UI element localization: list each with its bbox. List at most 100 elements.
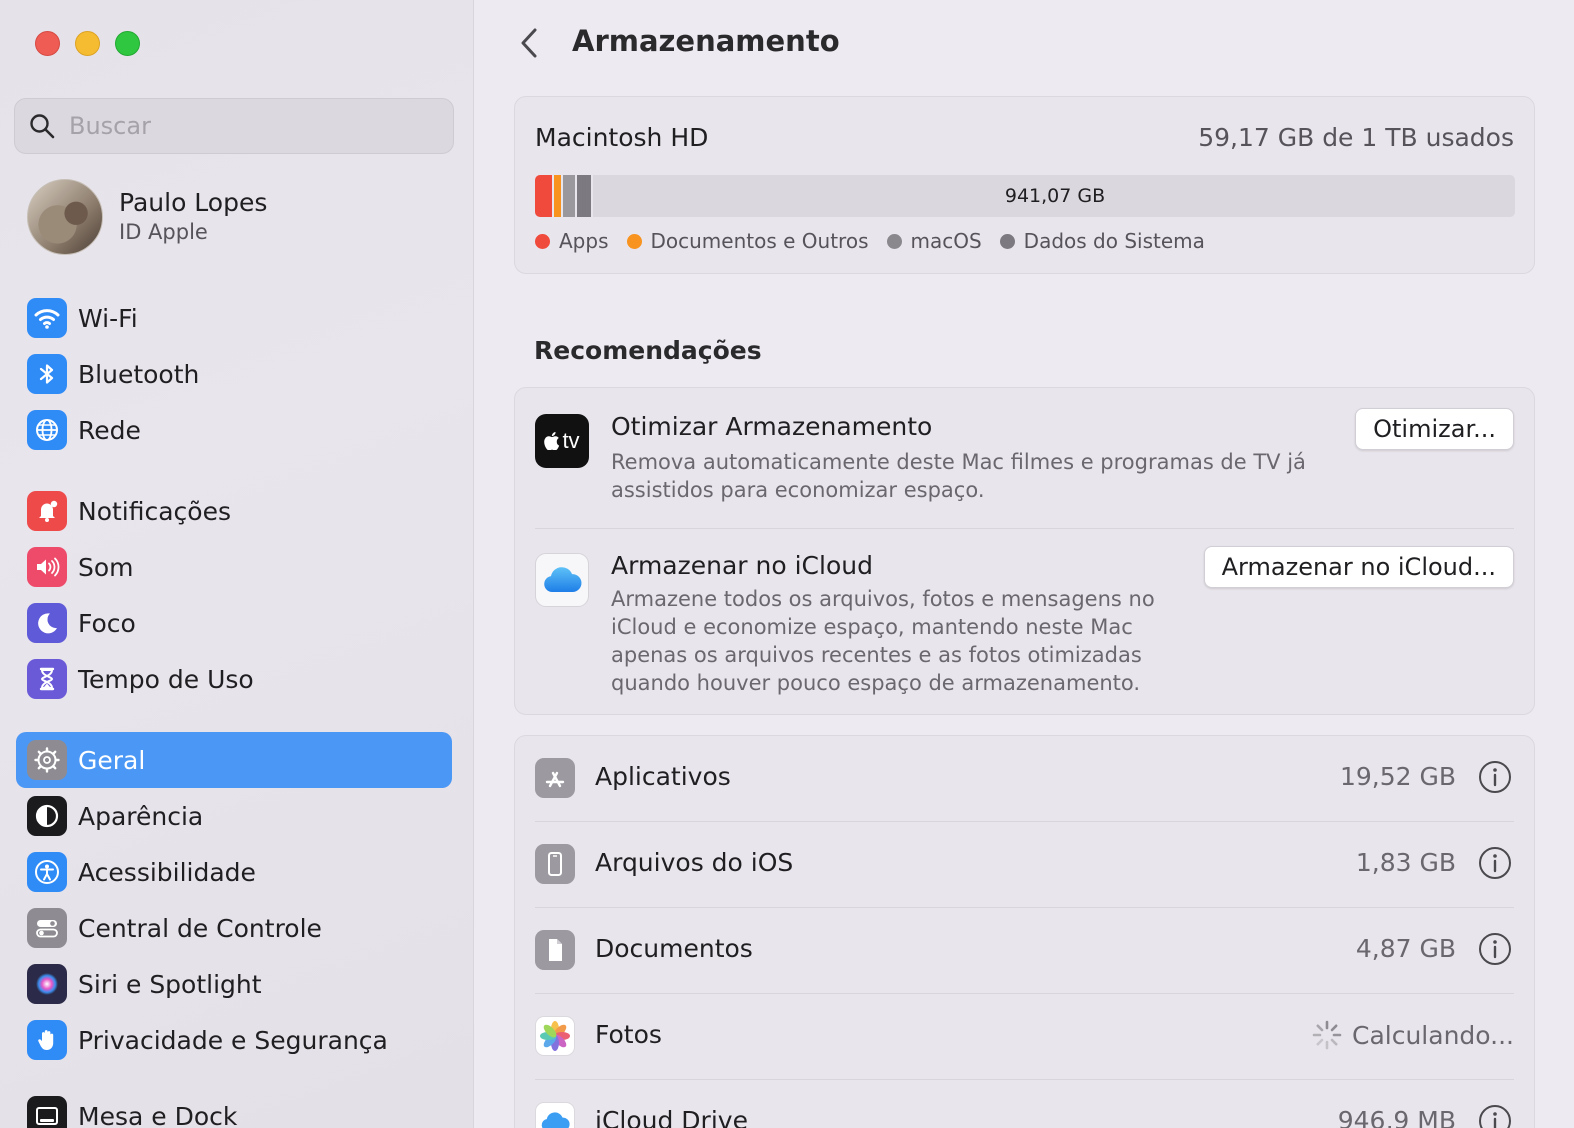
apple-tv-icon: tv [535,414,589,468]
legend-apps: Apps [535,229,609,253]
sidebar-item-desktop-dock[interactable]: Mesa e Dock [16,1088,452,1128]
profile-name: Paulo Lopes [119,188,268,217]
back-chevron-icon[interactable] [515,26,545,60]
sidebar-item-label: Notificações [78,496,232,526]
disk-usage-card: Macintosh HD 59,17 GB de 1 TB usados 941… [514,96,1535,274]
category-row-photos[interactable]: Fotos Calculando... [535,994,1514,1080]
category-size: 4,87 GB [1355,934,1456,963]
category-name: Fotos [595,1020,662,1049]
sidebar-group-desktop: Mesa e Dock [16,1088,452,1128]
sidebar-item-label: Siri e Spotlight [78,969,262,999]
icloud-drive-icon [535,1102,575,1128]
spinner-icon [1312,1020,1342,1050]
sidebar-item-label: Rede [78,415,141,445]
apple-id-profile[interactable]: Paulo Lopes ID Apple [27,179,267,255]
apple-tv-icon-text: tv [562,428,580,453]
sidebar-item-appearance[interactable]: Aparência [16,788,452,844]
window-controls [35,31,140,56]
disk-usage-text: 59,17 GB de 1 TB usados [1198,123,1514,152]
category-row-icloud-drive[interactable]: iCloud Drive 946,9 MB [535,1080,1514,1128]
sidebar-item-bluetooth[interactable]: Bluetooth [16,346,452,402]
info-icon[interactable] [1478,846,1512,880]
sidebar-item-label: Mesa e Dock [78,1101,238,1128]
wifi-icon [27,298,67,338]
legend-macos: macOS [886,229,982,253]
avatar [27,179,103,255]
category-name: Documentos [595,934,753,963]
info-icon[interactable] [1478,760,1512,794]
legend-dot [626,233,642,249]
storage-legend: Apps Documentos e Outros macOS Dados do … [535,229,1205,253]
legend-system-data: Dados do Sistema [999,229,1205,253]
sidebar-item-focus[interactable]: Foco [16,595,452,651]
sidebar-item-label: Wi-Fi [78,303,138,333]
storage-bar[interactable]: 941,07 GB [535,175,1515,217]
sidebar-item-label: Foco [78,608,136,638]
info-icon[interactable] [1478,932,1512,966]
category-name: Arquivos do iOS [595,848,794,877]
document-icon [535,930,575,970]
category-name: Aplicativos [595,762,731,791]
sidebar-item-general[interactable]: Geral [16,732,452,788]
zoom-window-button[interactable] [115,31,140,56]
sidebar-item-label: Acessibilidade [78,857,256,887]
sidebar-item-screen-time[interactable]: Tempo de Uso [16,651,452,707]
search-icon [30,114,55,139]
siri-icon [27,964,67,1004]
storage-pane: Armazenamento Macintosh HD 59,17 GB de 1… [475,0,1574,1128]
recommendations-heading: Recomendações [534,336,762,365]
recommendations-card: tv Otimizar Armazenamento Remova automat… [514,387,1535,715]
category-name: iCloud Drive [595,1106,748,1128]
dock-icon [27,1096,67,1128]
recommendation-title: Otimizar Armazenamento [611,412,933,441]
sidebar-item-notifications[interactable]: Notificações [16,483,452,539]
sidebar-item-privacy-security[interactable]: Privacidade e Segurança [16,1012,452,1068]
info-icon[interactable] [1478,1104,1512,1128]
hand-icon [27,1020,67,1060]
sidebar-item-label: Som [78,552,134,582]
icloud-icon [535,553,589,607]
sidebar-item-sound[interactable]: Som [16,539,452,595]
close-window-button[interactable] [35,31,60,56]
sidebar-item-siri-spotlight[interactable]: Siri e Spotlight [16,956,452,1012]
accessibility-icon [27,852,67,892]
speaker-icon [27,547,67,587]
legend-dot [886,233,902,249]
recommendation-icloud: Armazenar no iCloud Armazene todos os ar… [535,529,1514,715]
sidebar-item-accessibility[interactable]: Acessibilidade [16,844,452,900]
search-field[interactable] [14,98,454,154]
category-row-applications[interactable]: Aplicativos 19,52 GB [535,736,1514,822]
category-size: 946,9 MB [1337,1106,1456,1128]
page-title: Armazenamento [572,24,840,58]
photos-icon [535,1016,575,1056]
disk-name: Macintosh HD [535,123,709,152]
control-center-icon [27,908,67,948]
recommendation-title: Armazenar no iCloud [611,551,873,580]
free-space-label: 941,07 GB [1004,185,1106,207]
minimize-window-button[interactable] [75,31,100,56]
optimize-button[interactable]: Otimizar... [1355,408,1514,450]
category-row-documents[interactable]: Documentos 4,87 GB [535,908,1514,994]
legend-dot [535,233,550,249]
sidebar-item-wifi[interactable]: Wi-Fi [16,290,452,346]
sidebar-item-label: Central de Controle [78,913,322,943]
recommendation-optimize: tv Otimizar Armazenamento Remova automat… [535,388,1514,528]
sidebar-item-label: Bluetooth [78,359,200,389]
sidebar-group-network: Wi-Fi Bluetooth Rede [16,290,452,458]
sidebar-item-label: Privacidade e Segurança [78,1025,388,1055]
sidebar-item-control-center[interactable]: Central de Controle [16,900,452,956]
search-input[interactable] [69,112,429,140]
store-in-icloud-button[interactable]: Armazenar no iCloud... [1203,546,1514,588]
sidebar-group-system: Geral Aparência Acessibilidade Central d… [16,732,452,1068]
sidebar-item-label: Tempo de Uso [78,664,254,694]
category-row-ios-files[interactable]: Arquivos do iOS 1,83 GB [535,822,1514,908]
sidebar: Paulo Lopes ID Apple Wi-Fi Bluetooth Red… [0,0,474,1128]
legend-documents: Documentos e Outros [626,229,869,253]
calculating-status: Calculando... [1312,1020,1514,1050]
profile-subtitle: ID Apple [119,220,208,244]
sidebar-item-network[interactable]: Rede [16,402,452,458]
sidebar-group-notifications: Notificações Som Foco Tempo de Uso [16,483,452,707]
gear-icon [27,740,67,780]
hourglass-icon [27,659,67,699]
category-size: 19,52 GB [1339,762,1456,791]
